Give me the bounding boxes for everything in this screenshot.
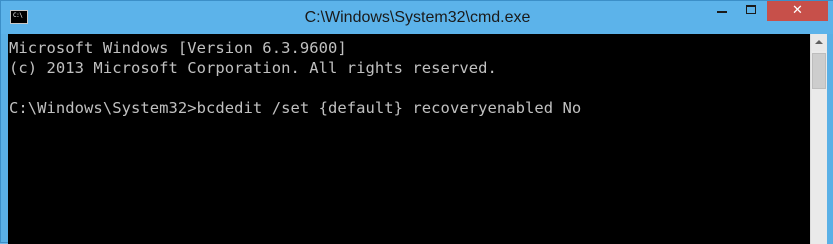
vertical-scrollbar[interactable]	[810, 34, 827, 244]
maximize-icon	[746, 5, 756, 14]
cmd-window: C:\ C:\Windows\System32\cmd.exe ✕ Micros…	[0, 0, 833, 244]
close-icon: ✕	[792, 3, 803, 18]
scroll-up-icon	[815, 40, 823, 44]
console-line-copyright: (c) 2013 Microsoft Corporation. All righ…	[9, 59, 497, 77]
cmd-icon-glyph: C:\	[13, 12, 23, 19]
title-bar[interactable]: C:\ C:\Windows\System32\cmd.exe ✕	[1, 1, 833, 34]
scroll-up-button[interactable]	[811, 34, 827, 51]
console-line-command[interactable]: C:\Windows\System32>bcdedit /set {defaul…	[9, 98, 581, 118]
minimize-button[interactable]	[707, 1, 737, 21]
console-output[interactable]: Microsoft Windows [Version 6.3.9600] (c)…	[8, 34, 810, 244]
close-button[interactable]: ✕	[767, 1, 828, 21]
console-line-version: Microsoft Windows [Version 6.3.9600]	[9, 39, 347, 57]
scroll-thumb[interactable]	[812, 53, 826, 89]
minimize-icon	[717, 11, 727, 13]
maximize-button[interactable]	[737, 1, 767, 21]
cmd-icon[interactable]: C:\	[10, 10, 28, 24]
window-frame-right	[827, 34, 833, 244]
